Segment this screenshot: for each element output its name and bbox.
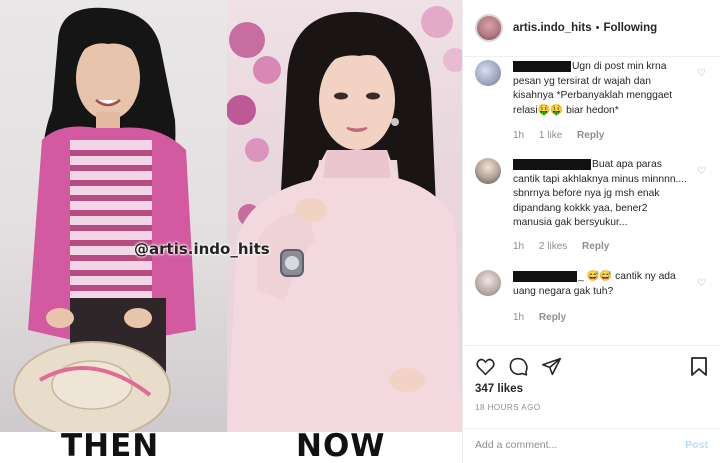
redacted-username bbox=[513, 60, 571, 72]
then-photo-illustration bbox=[13, 7, 196, 432]
comment-text-block: Buat apa paras cantik tapi akhlaknya min… bbox=[513, 158, 688, 231]
now-photo bbox=[227, 0, 462, 432]
now-photo-illustration bbox=[227, 6, 462, 432]
add-comment-bar: Add a comment... Post bbox=[463, 428, 720, 463]
separator-dot: • bbox=[595, 22, 600, 34]
post-timestamp[interactable]: 18 HOURS AGO bbox=[475, 403, 541, 412]
comment-bubble-icon[interactable] bbox=[508, 356, 529, 377]
following-button[interactable]: Following bbox=[603, 22, 657, 34]
watermark: @artis.indo_hits bbox=[134, 240, 270, 258]
add-comment-input[interactable]: Add a comment... bbox=[475, 439, 557, 451]
like-heart-icon[interactable]: ♡ bbox=[697, 166, 706, 177]
like-heart-icon[interactable] bbox=[475, 356, 496, 377]
comment-likes[interactable]: 1 like bbox=[539, 130, 562, 141]
likes-count[interactable]: 347 likes bbox=[475, 383, 523, 395]
comment-time: 1h bbox=[513, 241, 525, 252]
comment-likes[interactable]: 2 likes bbox=[539, 241, 567, 252]
then-photo bbox=[0, 0, 227, 432]
comment-meta: 1h 2 likes Reply bbox=[513, 241, 621, 252]
post-header: artis.indo_hits • Following bbox=[463, 0, 720, 57]
action-icons bbox=[475, 356, 562, 377]
comment-time: 1h bbox=[513, 130, 525, 141]
redacted-username bbox=[513, 158, 591, 170]
then-caption: THEN bbox=[61, 428, 160, 463]
comment-text-block: _ 😅😅 cantik ny ada uang negara gak tuh? bbox=[513, 270, 688, 299]
share-plane-icon[interactable] bbox=[541, 356, 562, 377]
like-heart-icon[interactable]: ♡ bbox=[697, 278, 706, 289]
reply-button[interactable]: Reply bbox=[582, 241, 609, 252]
redacted-username bbox=[513, 270, 577, 282]
comment-avatar[interactable] bbox=[475, 270, 501, 296]
avatar[interactable] bbox=[475, 14, 503, 42]
reply-button[interactable]: Reply bbox=[577, 130, 604, 141]
comment-meta: 1h 1 like Reply bbox=[513, 130, 616, 141]
username-link[interactable]: artis.indo_hits bbox=[513, 22, 592, 34]
comment-text-block: Ugn di post min krna pesan yg tersirat d… bbox=[513, 60, 688, 118]
now-caption: NOW bbox=[296, 428, 386, 463]
comments-list[interactable]: Ugn di post min krna pesan yg tersirat d… bbox=[463, 58, 720, 344]
like-heart-icon[interactable]: ♡ bbox=[697, 68, 706, 79]
comment-avatar[interactable] bbox=[475, 60, 501, 86]
comment-meta: 1h Reply bbox=[513, 312, 578, 323]
post-side-panel: artis.indo_hits • Following Ugn di post … bbox=[462, 0, 720, 463]
bookmark-icon[interactable] bbox=[690, 356, 708, 377]
reply-button[interactable]: Reply bbox=[539, 312, 566, 323]
post-image[interactable]: THEN NOW @artis.indo_hits bbox=[0, 0, 462, 463]
post-comment-button[interactable]: Post bbox=[685, 439, 708, 451]
comment-time: 1h bbox=[513, 312, 525, 323]
post-actions: 347 likes 18 HOURS AGO bbox=[463, 345, 720, 428]
comment-avatar[interactable] bbox=[475, 158, 501, 184]
